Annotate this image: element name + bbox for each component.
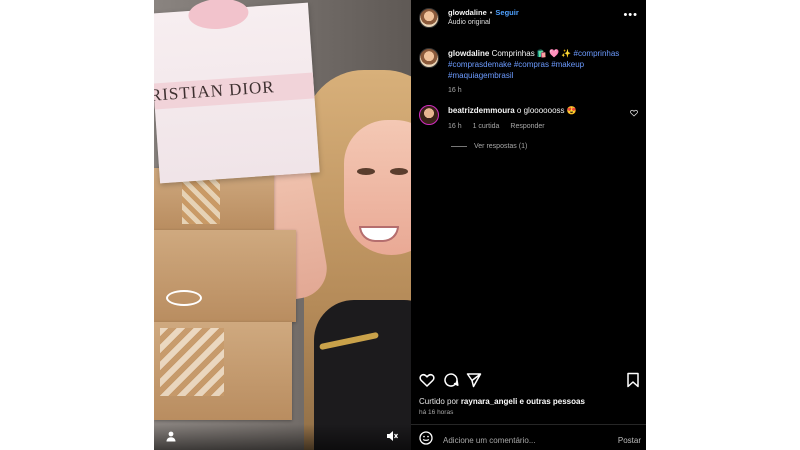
comment-time: 16 h bbox=[448, 123, 462, 130]
heart-icon[interactable] bbox=[419, 372, 435, 388]
more-options-icon[interactable]: ••• bbox=[623, 10, 638, 21]
comment-body: o glooooooss 😍 bbox=[516, 106, 577, 115]
caption-text: glowdaline Comprinhas 🛍️ 🩷 ✨ #comprinhas… bbox=[448, 48, 628, 96]
likes-user[interactable]: raynara_angeli bbox=[461, 397, 517, 406]
replies-line bbox=[451, 146, 467, 147]
comment-input[interactable] bbox=[443, 435, 618, 445]
hashtag[interactable]: #maquiagembrasil bbox=[448, 71, 513, 80]
post-age: há 16 horas bbox=[419, 409, 454, 416]
add-comment-bar: Postar bbox=[419, 430, 641, 450]
likes-prefix: Curtido por bbox=[419, 397, 459, 406]
caption-body: Comprinhas 🛍️ 🩷 ✨ bbox=[491, 49, 572, 58]
post-header: glowdaline • Seguir Áudio original bbox=[419, 8, 639, 30]
separator-dot: • bbox=[489, 8, 493, 17]
person-eye bbox=[357, 168, 375, 175]
view-replies-button[interactable]: Ver respostas (1) bbox=[451, 143, 527, 150]
user-icon[interactable] bbox=[164, 430, 178, 444]
avatar[interactable] bbox=[419, 105, 439, 125]
post-comment-button[interactable]: Postar bbox=[618, 436, 641, 445]
reply-button[interactable]: Responder bbox=[510, 123, 544, 130]
bookmark-icon[interactable] bbox=[625, 372, 641, 388]
view-replies-label: Ver respostas (1) bbox=[474, 143, 528, 150]
hashtag[interactable]: #makeup bbox=[551, 60, 584, 69]
media-bottom-gradient bbox=[154, 424, 411, 450]
follow-button[interactable]: Seguir bbox=[495, 8, 518, 17]
header-username[interactable]: glowdaline bbox=[448, 8, 487, 17]
avatar[interactable] bbox=[419, 48, 439, 68]
likes-summary: Curtido por raynara_angeli e outras pess… bbox=[419, 397, 585, 406]
post-sidebar: glowdaline • Seguir Áudio original ••• glo… bbox=[411, 0, 646, 450]
comment-likes[interactable]: 1 curtida bbox=[473, 123, 500, 130]
comment-like-icon[interactable] bbox=[630, 109, 638, 119]
avatar[interactable] bbox=[419, 8, 439, 28]
caption-username[interactable]: glowdaline bbox=[448, 49, 489, 58]
likes-suffix[interactable]: e outras pessoas bbox=[520, 397, 585, 406]
divider bbox=[411, 424, 646, 425]
hashtag[interactable]: #comprinhas bbox=[574, 49, 620, 58]
emoji-icon[interactable] bbox=[419, 430, 433, 450]
comment-icon[interactable] bbox=[443, 372, 459, 388]
comment-text: beatrizdemmoura o glooooooss 😍 16 h 1 cu… bbox=[448, 105, 618, 132]
comment-item: beatrizdemmoura o glooooooss 😍 16 h 1 cu… bbox=[419, 105, 644, 132]
person-eye bbox=[390, 168, 408, 175]
caption: glowdaline Comprinhas 🛍️ 🩷 ✨ #comprinhas… bbox=[419, 48, 639, 96]
box-pattern bbox=[160, 328, 224, 396]
post-modal: RISTIAN DIOR glowdaline • Seguir Áudio ori… bbox=[154, 0, 646, 450]
share-icon[interactable] bbox=[466, 372, 482, 388]
post-media[interactable]: RISTIAN DIOR bbox=[154, 0, 411, 450]
hashtag[interactable]: #compras bbox=[514, 60, 549, 69]
cardboard-box bbox=[154, 322, 292, 420]
comment-meta: 16 h 1 curtida Responder bbox=[448, 121, 618, 132]
action-bar bbox=[419, 372, 641, 390]
header-meta: glowdaline • Seguir Áudio original bbox=[448, 8, 519, 28]
comment-username[interactable]: beatrizdemmoura bbox=[448, 106, 515, 115]
audio-link[interactable]: Áudio original bbox=[448, 18, 519, 28]
cardboard-box bbox=[154, 230, 296, 322]
speaker-muted-icon[interactable] bbox=[385, 430, 399, 444]
hashtag[interactable]: #comprasdemake bbox=[448, 60, 512, 69]
shopping-bag: RISTIAN DIOR bbox=[154, 0, 320, 184]
lips-logo bbox=[166, 290, 202, 306]
bag-bow bbox=[187, 0, 250, 31]
caption-time: 16 h bbox=[448, 87, 462, 94]
